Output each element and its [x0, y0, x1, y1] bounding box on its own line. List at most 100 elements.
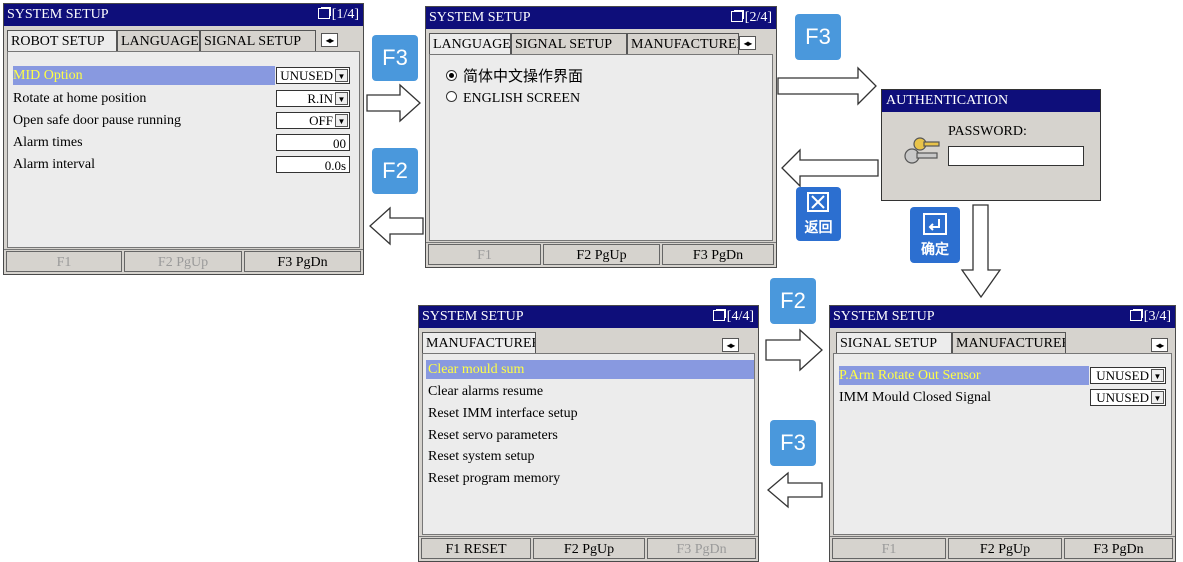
- tab-signal-setup[interactable]: SIGNAL SETUP: [200, 30, 316, 51]
- f1-button[interactable]: F1: [428, 244, 541, 265]
- window-title: SYSTEM SETUP: [429, 10, 531, 25]
- tab-signal-setup[interactable]: SIGNAL SETUP: [511, 33, 627, 54]
- alarm-interval-field[interactable]: 0.0s: [276, 156, 350, 173]
- f3-pgdn-button[interactable]: F3 PgDn: [647, 538, 756, 559]
- chevron-down-icon: ▼: [1151, 391, 1164, 404]
- row-mid-option[interactable]: MID Option: [13, 66, 275, 85]
- row-alarm-times: Alarm times: [13, 135, 83, 150]
- title-bar: SYSTEM SETUP [1/4]: [4, 4, 363, 26]
- tab-scroll-arrows[interactable]: ◀▶: [1151, 338, 1168, 352]
- item-clear-mould-sum[interactable]: Clear mould sum: [426, 360, 754, 379]
- item-reset-system[interactable]: Reset system setup: [428, 447, 535, 466]
- signal-panel: P.Arm Rotate Out Sensor UNUSED ▼ IMM Moul…: [833, 353, 1172, 535]
- dialog-title: AUTHENTICATION: [882, 90, 1100, 112]
- function-key-bar: F1 F2 PgUp F3 PgDn: [4, 249, 363, 274]
- page-indicator: [4/4]: [712, 306, 754, 328]
- screen-language: SYSTEM SETUP [2/4] LANGUAGE SIGNAL SETUP…: [425, 6, 777, 268]
- rotate-home-dropdown[interactable]: R.IN ▼: [276, 90, 350, 107]
- radio-selected-icon: [446, 70, 457, 81]
- title-bar: SYSTEM SETUP [3/4]: [830, 306, 1175, 328]
- tab-strip: ROBOT SETUP LANGUAGE SIGNAL SETUP ◀▶: [7, 30, 360, 52]
- f3-key-badge: F3: [770, 420, 816, 466]
- arm-rotate-dropdown[interactable]: UNUSED ▼: [1090, 367, 1166, 384]
- cancel-x-icon: [807, 192, 829, 212]
- page-indicator: [3/4]: [1129, 306, 1171, 328]
- screen-signal-setup: SYSTEM SETUP [3/4] SIGNAL SETUP MANUFACT…: [829, 305, 1176, 562]
- chevron-down-icon: ▼: [335, 92, 348, 105]
- item-clear-alarms[interactable]: Clear alarms resume: [428, 382, 543, 401]
- tab-strip: MANUFACTURER ◀▶: [422, 332, 755, 354]
- f3-pgdn-button[interactable]: F3 PgDn: [244, 251, 361, 272]
- tab-manufacturer[interactable]: MANUFACTURER: [952, 332, 1066, 353]
- chevron-down-icon: ▼: [1151, 369, 1164, 382]
- tab-scroll-arrows[interactable]: ◀▶: [722, 338, 739, 352]
- title-bar: SYSTEM SETUP [2/4]: [426, 7, 776, 29]
- confirm-key-badge: 确定: [910, 207, 960, 263]
- f2-pgup-button[interactable]: F2 PgUp: [948, 538, 1062, 559]
- screen-manufacturer: SYSTEM SETUP [4/4] MANUFACTURER ◀▶ Clear…: [418, 305, 759, 562]
- page-indicator: [1/4]: [317, 4, 359, 26]
- tab-strip: SIGNAL SETUP MANUFACTURER ◀▶: [833, 332, 1172, 354]
- password-input[interactable]: [948, 146, 1084, 166]
- row-arm-rotate-sensor[interactable]: P.Arm Rotate Out Sensor: [839, 366, 1089, 385]
- window-title: SYSTEM SETUP: [422, 309, 524, 324]
- window-icon: [1129, 310, 1142, 321]
- function-key-bar: F1 RESET F2 PgUp F3 PgDn: [419, 536, 758, 561]
- f2-pgup-button[interactable]: F2 PgUp: [124, 251, 242, 272]
- back-key-badge: 返回: [796, 187, 841, 241]
- f2-key-badge: F2: [770, 278, 816, 324]
- item-reset-program[interactable]: Reset program memory: [428, 469, 560, 488]
- f1-button[interactable]: F1: [6, 251, 122, 272]
- title-bar: SYSTEM SETUP [4/4]: [419, 306, 758, 328]
- settings-panel: MID Option UNUSED ▼ Rotate at home positi…: [7, 51, 360, 248]
- f2-pgup-button[interactable]: F2 PgUp: [533, 538, 645, 559]
- window-title: SYSTEM SETUP: [7, 7, 109, 22]
- option-chinese[interactable]: 简体中文操作界面: [446, 67, 583, 86]
- enter-icon: [923, 213, 947, 235]
- back-label: 返回: [804, 220, 833, 236]
- f2-pgup-button[interactable]: F2 PgUp: [543, 244, 660, 265]
- f1-reset-button[interactable]: F1 RESET: [421, 538, 531, 559]
- authentication-dialog: AUTHENTICATION PASSWORD:: [881, 89, 1101, 201]
- f3-pgdn-button[interactable]: F3 PgDn: [1064, 538, 1173, 559]
- tab-robot-setup[interactable]: ROBOT SETUP: [7, 30, 117, 51]
- mid-option-dropdown[interactable]: UNUSED ▼: [276, 67, 350, 84]
- radio-icon: [446, 91, 457, 102]
- safe-door-dropdown[interactable]: OFF ▼: [276, 112, 350, 129]
- password-label: PASSWORD:: [948, 124, 1027, 139]
- tab-language[interactable]: LANGUAGE: [429, 33, 511, 54]
- tab-language[interactable]: LANGUAGE: [117, 30, 200, 51]
- row-alarm-interval: Alarm interval: [13, 157, 96, 172]
- tab-manufacturer[interactable]: MANUFACTURER: [627, 33, 739, 54]
- language-panel: 简体中文操作界面 ENGLISH SCREEN: [429, 54, 773, 241]
- chevron-down-icon: ▼: [335, 114, 348, 127]
- keys-icon: [904, 137, 940, 164]
- tab-scroll-arrows[interactable]: ◀▶: [321, 33, 338, 47]
- window-icon: [730, 11, 743, 22]
- confirm-label: 确定: [921, 242, 949, 258]
- manufacturer-panel: Clear mould sum Clear alarms resume Rese…: [422, 353, 755, 535]
- tab-signal-setup[interactable]: SIGNAL SETUP: [836, 332, 952, 353]
- page-indicator: [2/4]: [730, 7, 772, 29]
- window-icon: [317, 8, 330, 19]
- item-reset-servo[interactable]: Reset servo parameters: [428, 426, 558, 445]
- row-rotate-home: Rotate at home position: [13, 91, 147, 106]
- option-english[interactable]: ENGLISH SCREEN: [446, 89, 580, 108]
- row-safe-door: Open safe door pause running: [13, 113, 181, 128]
- alarm-times-field[interactable]: 00: [276, 134, 350, 151]
- mould-closed-dropdown[interactable]: UNUSED ▼: [1090, 389, 1166, 406]
- window-icon: [712, 310, 725, 321]
- tab-manufacturer[interactable]: MANUFACTURER: [422, 332, 536, 353]
- tab-scroll-arrows[interactable]: ◀▶: [739, 36, 756, 50]
- screen-robot-setup: SYSTEM SETUP [1/4] ROBOT SETUP LANGUAGE …: [3, 3, 364, 275]
- row-mould-closed: IMM Mould Closed Signal: [839, 390, 992, 405]
- function-key-bar: F1 F2 PgUp F3 PgDn: [830, 536, 1175, 561]
- f2-key-badge: F2: [372, 148, 418, 194]
- f3-pgdn-button[interactable]: F3 PgDn: [662, 244, 774, 265]
- function-key-bar: F1 F2 PgUp F3 PgDn: [426, 242, 776, 267]
- f3-key-badge: F3: [795, 14, 841, 60]
- f3-key-badge: F3: [372, 35, 418, 81]
- f1-button[interactable]: F1: [832, 538, 946, 559]
- chevron-down-icon: ▼: [335, 69, 348, 82]
- item-reset-imm[interactable]: Reset IMM interface setup: [428, 404, 578, 423]
